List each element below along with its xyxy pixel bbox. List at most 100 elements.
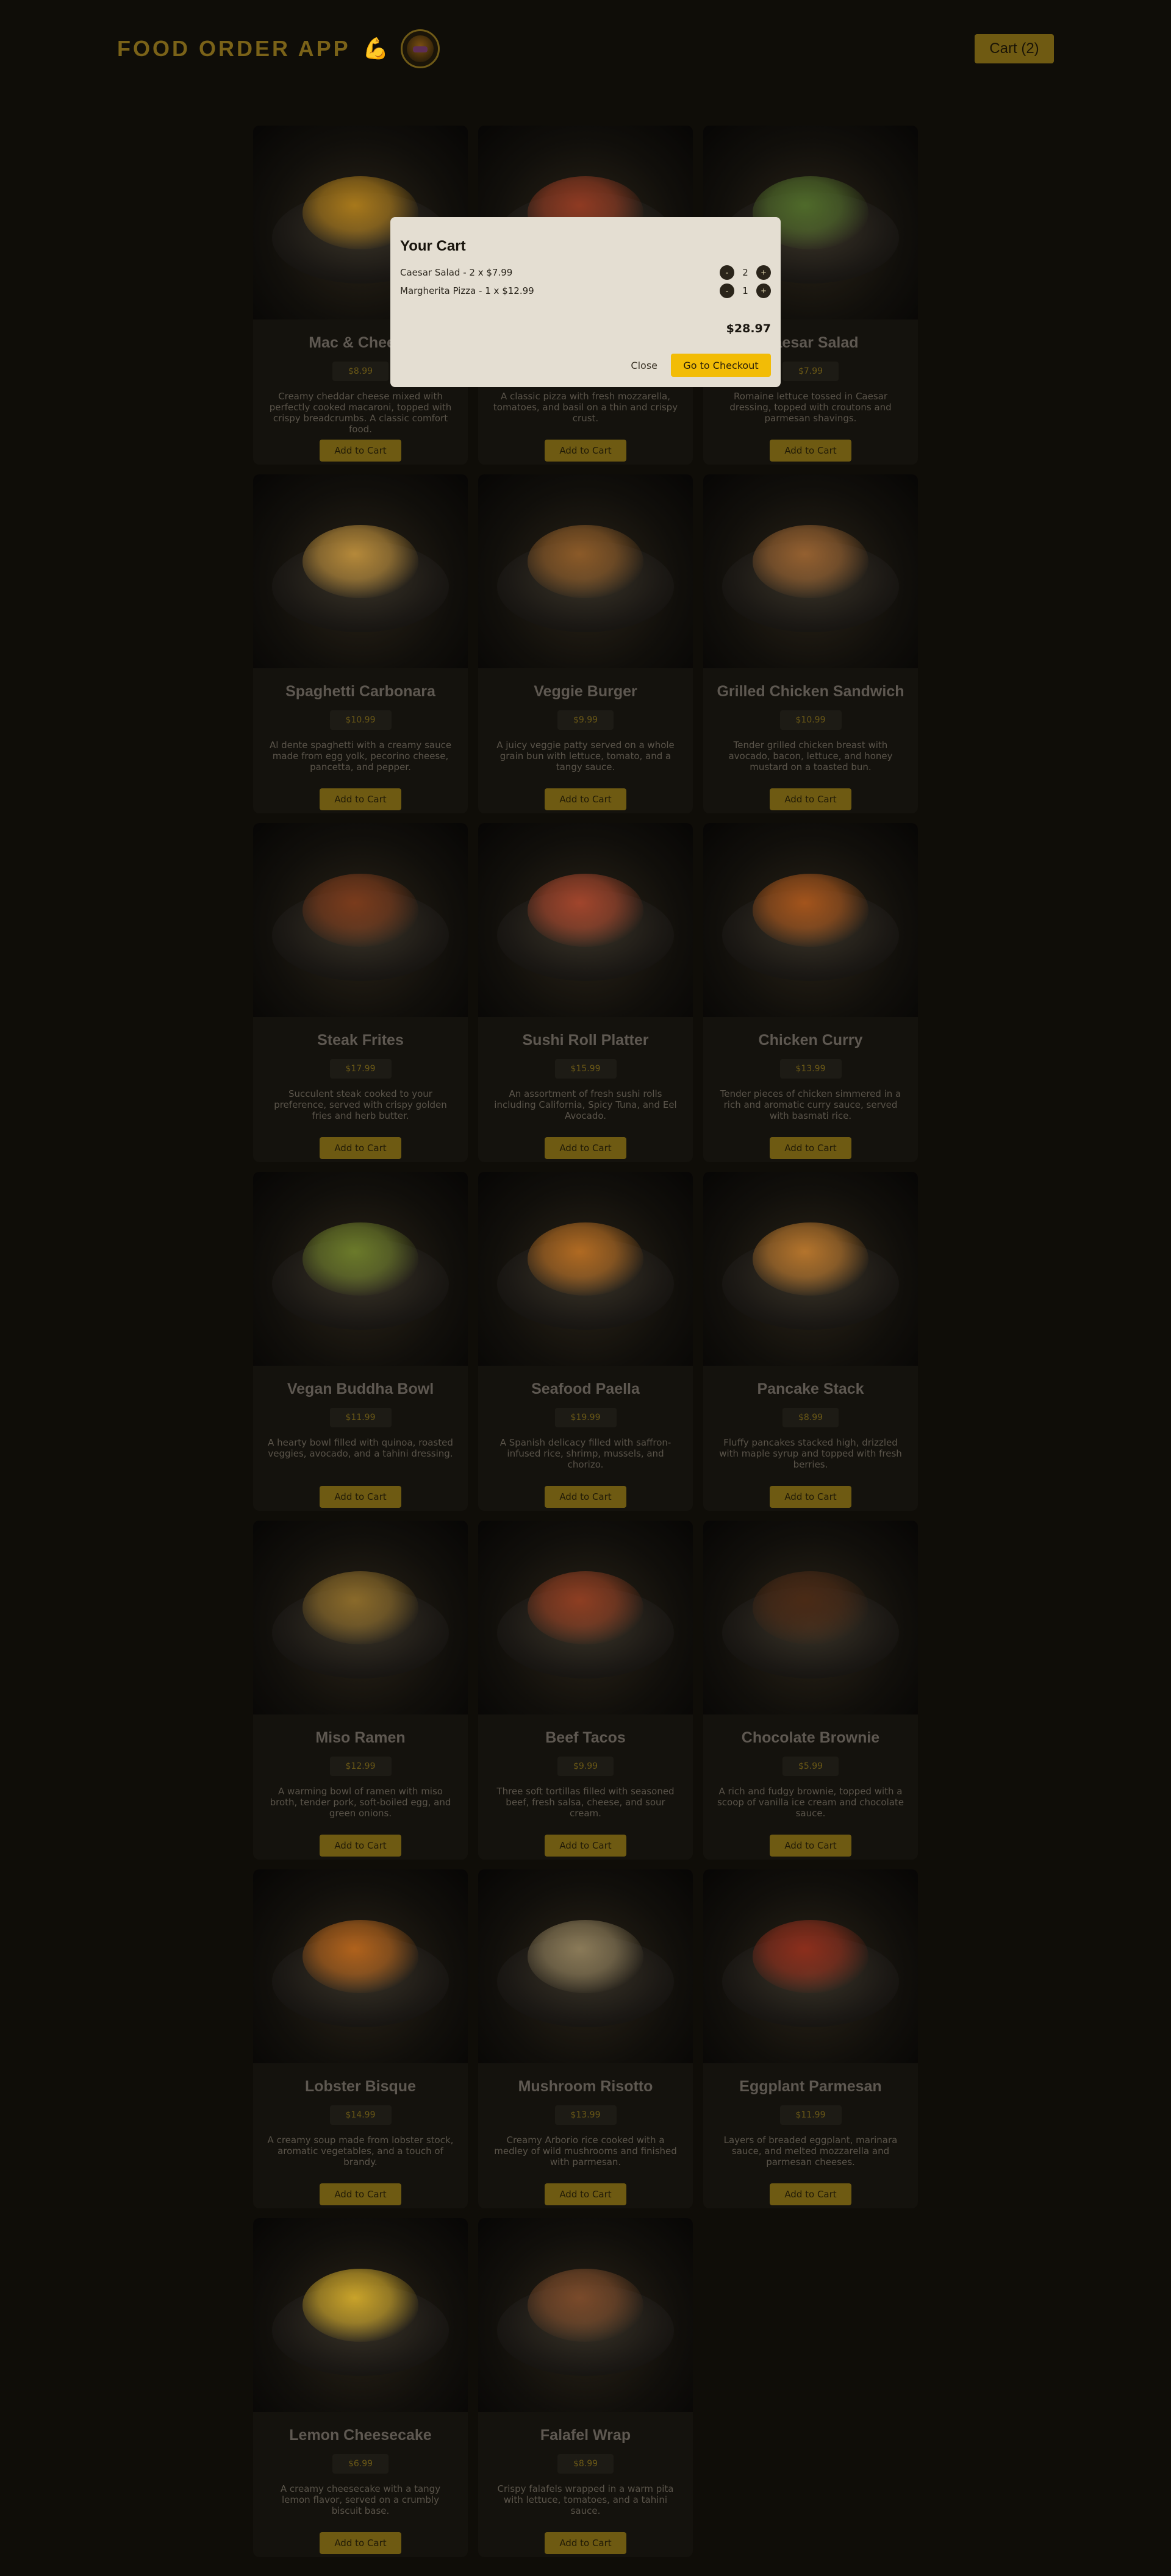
product-title: Sushi Roll Platter (522, 1032, 649, 1049)
food-shape (303, 1571, 418, 1645)
decrease-button[interactable]: - (720, 284, 734, 298)
product-image (253, 1172, 468, 1366)
add-to-cart-button[interactable]: Add to Cart (320, 2183, 401, 2205)
add-to-cart-button[interactable]: Add to Cart (320, 440, 401, 462)
product-description: Tender pieces of chicken simmered in a r… (720, 1088, 901, 1121)
product-description: Fluffy pancakes stacked high, drizzled w… (719, 1437, 902, 1470)
product-description: A rich and fudgy brownie, topped with a … (717, 1786, 904, 1819)
product-card: Pancake Stack $8.99 Fluffy pancakes stacke… (703, 1172, 918, 1511)
product-price: $6.99 (332, 2454, 389, 2474)
product-card: Sushi Roll Platter $15.99 An assortment of… (478, 823, 693, 1162)
product-image (703, 1869, 918, 2063)
cart-item: Margherita Pizza - 1 x $12.99 - 1 + (400, 282, 771, 300)
product-card: Steak Frites $17.99 Succulent steak cooked… (253, 823, 468, 1162)
add-to-cart-button[interactable]: Add to Cart (320, 2532, 401, 2554)
product-card: Veggie Burger $9.99 A juicy veggie patty s… (478, 474, 693, 813)
food-shape (753, 874, 868, 947)
modal-actions: Close Go to Checkout (631, 354, 771, 377)
flexed-biceps-icon: 💪 (362, 37, 389, 61)
quantity-value: 2 (742, 267, 748, 278)
product-card: Beef Tacos $9.99 Three soft tortillas fill… (478, 1521, 693, 1860)
product-image (703, 1172, 918, 1366)
add-to-cart-button[interactable]: Add to Cart (545, 788, 626, 810)
add-to-cart-button[interactable]: Add to Cart (770, 1137, 851, 1159)
product-description: A classic pizza with fresh mozzarella, t… (493, 391, 678, 424)
cart-item: Caesar Salad - 2 x $7.99 - 2 + (400, 263, 771, 282)
product-image (703, 823, 918, 1017)
product-price: $8.99 (557, 2454, 614, 2474)
product-title: Lobster Bisque (305, 2078, 416, 2095)
product-title: Steak Frites (317, 1032, 404, 1049)
add-to-cart-button[interactable]: Add to Cart (320, 1137, 401, 1159)
add-to-cart-button[interactable]: Add to Cart (320, 1835, 401, 1857)
add-to-cart-button[interactable]: Add to Cart (320, 1486, 401, 1508)
add-to-cart-button[interactable]: Add to Cart (320, 788, 401, 810)
food-shape (303, 1920, 418, 1994)
product-price: $11.99 (779, 2105, 842, 2125)
add-to-cart-button[interactable]: Add to Cart (770, 1486, 851, 1508)
add-to-cart-button[interactable]: Add to Cart (545, 1835, 626, 1857)
product-title: Veggie Burger (534, 683, 637, 700)
product-title: Spaghetti Carbonara (285, 683, 435, 700)
product-card: Mushroom Risotto $13.99 Creamy Arborio ric… (478, 1869, 693, 2208)
cart-item-label: Caesar Salad - 2 x $7.99 (400, 267, 513, 278)
add-to-cart-button[interactable]: Add to Cart (545, 1137, 626, 1159)
close-button[interactable]: Close (631, 360, 657, 371)
product-price: $9.99 (557, 1757, 614, 1776)
add-to-cart-button[interactable]: Add to Cart (770, 440, 851, 462)
add-to-cart-button[interactable]: Add to Cart (770, 788, 851, 810)
cart-item-label: Margherita Pizza - 1 x $12.99 (400, 285, 534, 296)
product-description: Romaine lettuce tossed in Caesar dressin… (729, 391, 892, 424)
product-description: Creamy Arborio rice cooked with a medley… (494, 2135, 677, 2167)
product-description: Three soft tortillas filled with seasone… (496, 1786, 675, 1819)
food-shape (528, 1571, 643, 1645)
food-shape (303, 1222, 418, 1296)
product-card: Eggplant Parmesan $11.99 Layers of breaded… (703, 1869, 918, 2208)
product-price: $5.99 (782, 1757, 839, 1776)
product-description: A warming bowl of ramen with miso broth,… (270, 1786, 451, 1819)
product-card: Vegan Buddha Bowl $11.99 A hearty bowl fil… (253, 1172, 468, 1511)
add-to-cart-button[interactable]: Add to Cart (770, 2183, 851, 2205)
product-description: Al dente spaghetti with a creamy sauce m… (269, 740, 452, 772)
food-shape (528, 1920, 643, 1994)
product-description: Creamy cheddar cheese mixed with perfect… (269, 391, 452, 435)
product-price: $7.99 (782, 362, 839, 381)
add-to-cart-button[interactable]: Add to Cart (545, 2532, 626, 2554)
checkout-button[interactable]: Go to Checkout (671, 354, 771, 377)
app-header: FOOD ORDER APP 💪 Cart (2) (0, 0, 1171, 98)
product-title: Eggplant Parmesan (739, 2078, 882, 2095)
product-price: $10.99 (779, 710, 842, 730)
product-image (478, 823, 693, 1017)
food-shape (303, 2269, 418, 2342)
increase-button[interactable]: + (756, 265, 771, 280)
food-shape (753, 1222, 868, 1296)
quantity-value: 1 (742, 285, 748, 296)
add-to-cart-button[interactable]: Add to Cart (770, 1835, 851, 1857)
product-price: $10.99 (329, 710, 392, 730)
cart-modal: Your Cart Caesar Salad - 2 x $7.99 - 2 +… (390, 217, 781, 387)
product-card: Chocolate Brownie $5.99 A rich and fudgy b… (703, 1521, 918, 1860)
food-shape (753, 1920, 868, 1994)
product-price: $11.99 (329, 1408, 392, 1427)
product-price: $17.99 (329, 1059, 392, 1079)
add-to-cart-button[interactable]: Add to Cart (545, 440, 626, 462)
increase-button[interactable]: + (756, 284, 771, 298)
product-description: A creamy soup made from lobster stock, a… (267, 2135, 454, 2167)
product-price: $8.99 (332, 362, 389, 381)
cart-item-list: Caesar Salad - 2 x $7.99 - 2 + Margherit… (400, 263, 771, 300)
product-image (253, 474, 468, 668)
product-card: Lemon Cheesecake $6.99 A creamy cheesecake… (253, 2218, 468, 2557)
add-to-cart-button[interactable]: Add to Cart (545, 1486, 626, 1508)
decrease-button[interactable]: - (720, 265, 734, 280)
cart-button[interactable]: Cart (2) (975, 34, 1054, 63)
product-description: A hearty bowl filled with quinoa, roaste… (268, 1437, 453, 1459)
product-price: $14.99 (329, 2105, 392, 2125)
product-grid: Mac & Cheese $8.99 Creamy cheddar cheese m… (253, 126, 918, 2557)
product-card: Falafel Wrap $8.99 Crispy falafels wrapped… (478, 2218, 693, 2557)
product-card: Grilled Chicken Sandwich $10.99 Tender gri… (703, 474, 918, 813)
product-description: Layers of breaded eggplant, marinara sau… (723, 2135, 898, 2167)
add-to-cart-button[interactable]: Add to Cart (545, 2183, 626, 2205)
food-shape (303, 525, 418, 599)
product-title: Beef Tacos (545, 1729, 626, 1746)
product-title: Pancake Stack (757, 1380, 864, 1397)
